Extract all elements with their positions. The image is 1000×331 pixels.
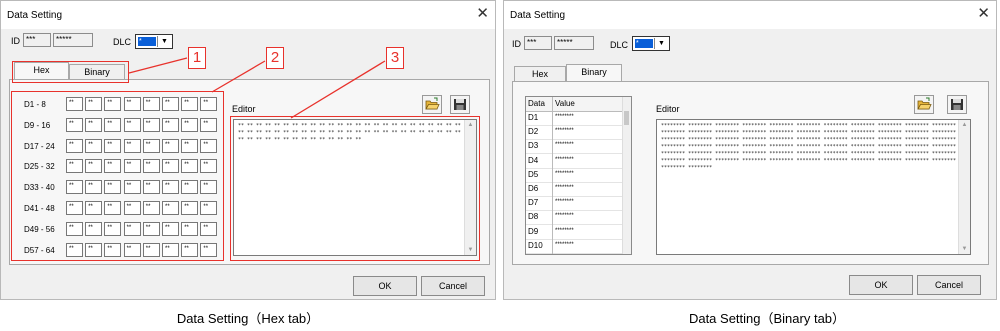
grid-cell-value[interactable]: ********	[555, 168, 574, 181]
grid-column-divider	[552, 97, 553, 254]
grid-cell-data: D10	[528, 240, 543, 250]
title-bar: Data Setting ✕	[504, 1, 996, 29]
grid-cell-value[interactable]: ********	[555, 111, 574, 124]
id-field-2[interactable]: *****	[554, 36, 594, 50]
save-button[interactable]	[947, 95, 967, 114]
dialog-title: Data Setting	[510, 10, 566, 21]
grid-cell-data: D5	[528, 169, 539, 179]
ok-button[interactable]: OK	[849, 275, 913, 295]
grid-cell-data: D8	[528, 212, 539, 222]
grid-row[interactable]: D9 ********	[526, 225, 625, 240]
grid-row[interactable]: D10 ********	[526, 239, 625, 254]
binary-data-grid[interactable]: Data Value D1 ******** D2 ******** D3 *******…	[525, 96, 632, 255]
grid-cell-value[interactable]: ********	[555, 125, 574, 138]
save-disk-icon	[951, 99, 963, 110]
grid-cell-value[interactable]: ********	[555, 139, 574, 152]
grid-row[interactable]: D2 ********	[526, 125, 625, 141]
callout-3: 3	[386, 47, 404, 69]
grid-row[interactable]: D4 ********	[526, 154, 625, 169]
tab-binary[interactable]: Binary	[566, 64, 622, 82]
grid-cell-data: D1	[528, 113, 539, 122]
grid-cell-value[interactable]: ********	[555, 239, 574, 252]
grid-row[interactable]: D1 ********	[526, 111, 625, 126]
callout-leader-lines	[128, 57, 386, 119]
binary-editor[interactable]: ******** ******** ******** ******** ****…	[656, 119, 971, 255]
hex-caption: Data Setting（Hex tab）	[176, 311, 320, 326]
grid-row[interactable]: D3 ********	[526, 139, 625, 155]
grid-scrollbar[interactable]	[622, 97, 631, 254]
id-label: ID	[512, 39, 521, 49]
grid-cell-value[interactable]: ********	[555, 154, 574, 167]
binary-dialog: Data Setting ✕ ID *** ***** DLC * ▼ Hex …	[503, 0, 997, 300]
editor-label: Editor	[656, 104, 680, 114]
grid-cell-data: D4	[528, 155, 539, 165]
grid-scroll-thumb[interactable]	[624, 111, 629, 125]
grid-cell-data: D2	[528, 127, 539, 137]
grid-cell-value[interactable]: ********	[555, 225, 574, 238]
scroll-down-icon[interactable]: ▼	[959, 246, 970, 252]
dlc-select[interactable]: * ▼	[632, 36, 670, 51]
editor-scrollbar[interactable]: ▲ ▼	[958, 120, 970, 254]
open-folder-button[interactable]	[914, 95, 934, 114]
binary-caption: Data Setting（Binary tab）	[688, 311, 846, 326]
editor-text: ******** ******** ******** ******** ****…	[661, 123, 957, 171]
grid-row[interactable]: D7 ********	[526, 196, 625, 212]
grid-cell-data: D9	[528, 226, 539, 236]
grid-cell-value[interactable]: ********	[555, 196, 574, 209]
open-folder-icon	[917, 97, 932, 110]
grid-row[interactable]: D6 ********	[526, 182, 625, 197]
callout-2: 2	[266, 47, 284, 69]
hex-dialog: Data Setting ✕ ID *** ***** DLC * ▼ Hex …	[0, 0, 496, 300]
cancel-button[interactable]: Cancel	[917, 275, 981, 295]
grid-cell-value[interactable]: ********	[555, 182, 574, 195]
tab-hex[interactable]: Hex	[514, 66, 566, 82]
grid-cell-data: D7	[528, 198, 539, 208]
grid-cell-value[interactable]: ********	[555, 210, 574, 223]
close-icon[interactable]: ✕	[977, 5, 990, 23]
header-data: Data	[528, 99, 545, 108]
chevron-down-icon: ▼	[654, 38, 668, 49]
grid-row[interactable]: D8 ********	[526, 210, 625, 226]
dlc-selected-value: *	[635, 39, 653, 48]
grid-cell-data: D3	[528, 141, 539, 151]
grid-row[interactable]: D5 ********	[526, 168, 625, 183]
dlc-label: DLC	[610, 40, 629, 50]
id-field-1[interactable]: ***	[524, 36, 552, 50]
grid-cell-data: D6	[528, 184, 539, 193]
grid-header: Data Value	[526, 97, 631, 112]
header-value: Value	[555, 99, 575, 108]
callout-1: 1	[188, 47, 206, 69]
scroll-up-icon[interactable]: ▲	[959, 122, 970, 128]
